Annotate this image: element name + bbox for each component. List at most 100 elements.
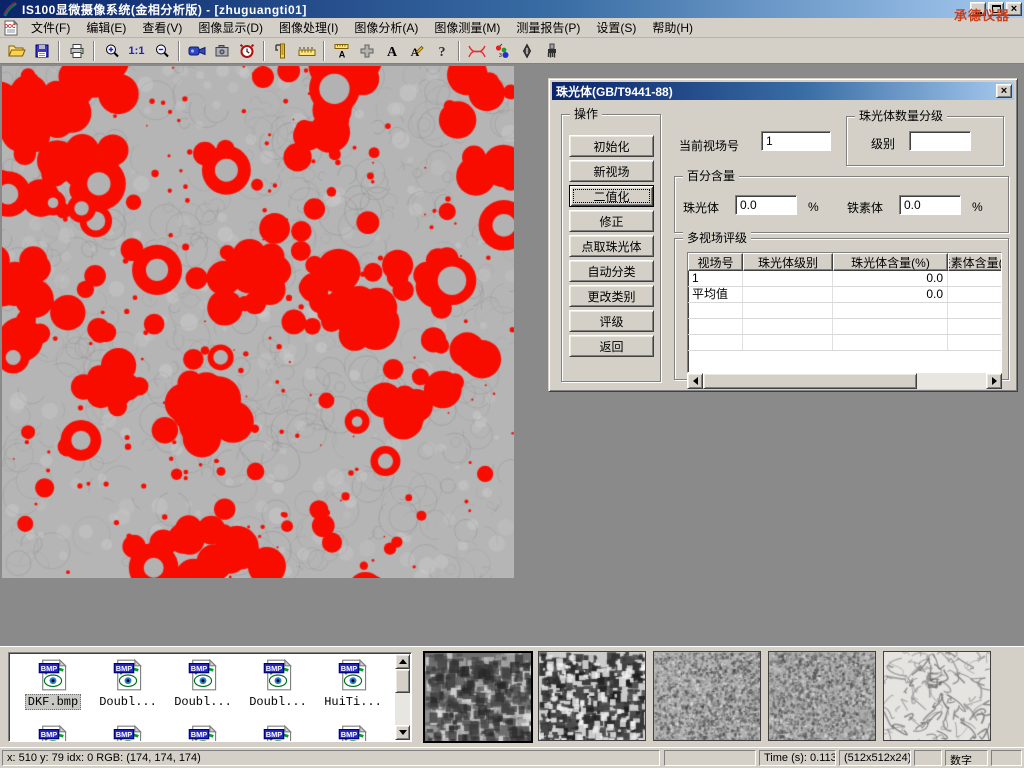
- file-list-vscrollbar[interactable]: [395, 654, 410, 740]
- op-button-1[interactable]: 初始化: [569, 135, 654, 157]
- column-header-2[interactable]: 珠光体级别: [743, 253, 833, 271]
- maximize-button[interactable]: [988, 2, 1004, 16]
- metallographic-image[interactable]: [2, 66, 514, 578]
- actual-size-button[interactable]: 1:1: [124, 40, 149, 62]
- bmp-file-icon: BMP: [188, 725, 218, 742]
- hscroll-left-button[interactable]: [687, 373, 703, 389]
- thumbnail-4[interactable]: [768, 651, 876, 741]
- save-button[interactable]: [29, 40, 54, 62]
- ferrite-percent-input[interactable]: [899, 195, 961, 215]
- hscroll-thumb[interactable]: [703, 373, 917, 389]
- vscroll-thumb[interactable]: [395, 669, 410, 693]
- percent-group-label: 百分含量: [683, 169, 739, 183]
- status-image-size: (512x512x24): [839, 750, 911, 766]
- file-item-row2-5[interactable]: BMP: [317, 725, 389, 742]
- file-item-row2-3[interactable]: BMP: [167, 725, 239, 742]
- zoom-in-button[interactable]: [99, 40, 124, 62]
- op-button-6[interactable]: 自动分类: [569, 260, 654, 282]
- menu-bar: DOC 文件(F)编辑(E)查看(V)图像显示(D)图像处理(I)图像分析(A)…: [0, 18, 1024, 38]
- video-camera-icon: [188, 44, 206, 58]
- vscroll-up-button[interactable]: [395, 654, 410, 669]
- bmp-file-icon: BMP: [263, 659, 293, 691]
- table-row-5[interactable]: [688, 335, 1001, 351]
- camera-capture-button[interactable]: [209, 40, 234, 62]
- phase-color-button[interactable]: 3: [489, 40, 514, 62]
- table-cell: [948, 335, 1002, 350]
- file-name-label: Doubl...: [247, 695, 309, 709]
- op-button-5[interactable]: 点取珠光体: [569, 235, 654, 257]
- thumbnail-5[interactable]: [883, 651, 991, 741]
- dialog-close-button[interactable]: ×: [996, 84, 1012, 98]
- text-edit-button[interactable]: A: [404, 40, 429, 62]
- open-file-button[interactable]: [4, 40, 29, 62]
- zoom-out-button[interactable]: [149, 40, 174, 62]
- column-header-1[interactable]: 视场号: [688, 253, 743, 271]
- text-measure-button[interactable]: A: [329, 40, 354, 62]
- menu-item-3[interactable]: 查看(V): [134, 17, 190, 38]
- op-button-3[interactable]: 二值化: [569, 185, 654, 207]
- table-cell: [743, 335, 833, 350]
- minimize-button[interactable]: [970, 2, 986, 16]
- brush-tool-button[interactable]: [539, 40, 564, 62]
- file-item-2[interactable]: BMPDoubl...: [92, 659, 164, 709]
- thumbnail-3[interactable]: [653, 651, 761, 741]
- menu-item-8[interactable]: 测量报告(P): [508, 17, 588, 38]
- op-button-8[interactable]: 评级: [569, 310, 654, 332]
- caliper-measure-button[interactable]: [269, 40, 294, 62]
- menu-item-6[interactable]: 图像分析(A): [346, 17, 426, 38]
- vscroll-down-button[interactable]: [395, 725, 410, 740]
- file-item-row2-2[interactable]: BMP: [92, 725, 164, 742]
- pearlite-unit-label: %: [808, 200, 819, 214]
- op-button-4[interactable]: 修正: [569, 210, 654, 232]
- column-header-4[interactable]: 铁素体含量(%): [948, 253, 1002, 271]
- file-item-5[interactable]: BMPHuiTi...: [317, 659, 389, 709]
- table-row-4[interactable]: [688, 319, 1001, 335]
- op-button-2[interactable]: 新视场: [569, 160, 654, 182]
- close-button[interactable]: ×: [1006, 2, 1022, 16]
- toolbar-separator: [178, 41, 180, 61]
- dialog-title: 珠光体(GB/T9441-88): [556, 83, 673, 100]
- menu-item-4[interactable]: 图像显示(D): [190, 17, 271, 38]
- video-capture-button[interactable]: [184, 40, 209, 62]
- thumbnail-2[interactable]: [538, 651, 646, 741]
- table-row-2[interactable]: 平均值0.0: [688, 287, 1001, 303]
- hscroll-right-button[interactable]: [986, 373, 1002, 389]
- file-item-3[interactable]: BMPDoubl...: [167, 659, 239, 709]
- op-button-9[interactable]: 返回: [569, 335, 654, 357]
- column-header-3[interactable]: 珠光体含量(%): [833, 253, 948, 271]
- file-item-4[interactable]: BMP Doubl...: [242, 659, 314, 709]
- table-row-3[interactable]: [688, 303, 1001, 319]
- print-button[interactable]: [64, 40, 89, 62]
- file-name: Doubl...: [92, 694, 164, 709]
- svg-text:3: 3: [499, 53, 502, 59]
- menu-item-5[interactable]: 图像处理(I): [271, 17, 346, 38]
- file-item-row2-4[interactable]: BMP: [242, 725, 314, 742]
- help-button[interactable]: ?: [429, 40, 454, 62]
- menu-item-10[interactable]: 帮助(H): [644, 17, 701, 38]
- document-system-menu-icon[interactable]: DOC: [3, 20, 19, 36]
- menu-item-7[interactable]: 图像测量(M): [426, 17, 508, 38]
- ruler-measure-button[interactable]: [294, 40, 319, 62]
- rating-table-hscrollbar[interactable]: [687, 373, 1002, 389]
- curve-tool-button[interactable]: [464, 40, 489, 62]
- file-item-1[interactable]: BMPDKF.bmp: [17, 659, 89, 710]
- right-arrow-icon: [992, 377, 1001, 385]
- menu-item-9[interactable]: 设置(S): [588, 17, 644, 38]
- timer-button[interactable]: [234, 40, 259, 62]
- file-name: DKF.bmp: [17, 694, 89, 710]
- text-annotation-button[interactable]: A: [379, 40, 404, 62]
- thumbnail-1[interactable]: [423, 651, 533, 743]
- table-cell: [833, 303, 948, 318]
- pearlite-percent-input[interactable]: [735, 195, 797, 215]
- file-list[interactable]: BMPDKF.bmpBMPDoubl...BMPDoubl...BMPDoubl…: [8, 652, 412, 742]
- menu-item-1[interactable]: 文件(F): [23, 17, 78, 38]
- current-field-input[interactable]: [761, 131, 831, 151]
- grid-tool-button[interactable]: [354, 40, 379, 62]
- close-icon: ×: [1011, 3, 1017, 15]
- file-item-row2-1[interactable]: BMP: [17, 725, 89, 742]
- table-row-1[interactable]: 10.0: [688, 271, 1001, 287]
- op-button-7[interactable]: 更改类别: [569, 285, 654, 307]
- pen-tool-button[interactable]: [514, 40, 539, 62]
- level-input[interactable]: [909, 131, 971, 151]
- menu-item-2[interactable]: 编辑(E): [78, 17, 134, 38]
